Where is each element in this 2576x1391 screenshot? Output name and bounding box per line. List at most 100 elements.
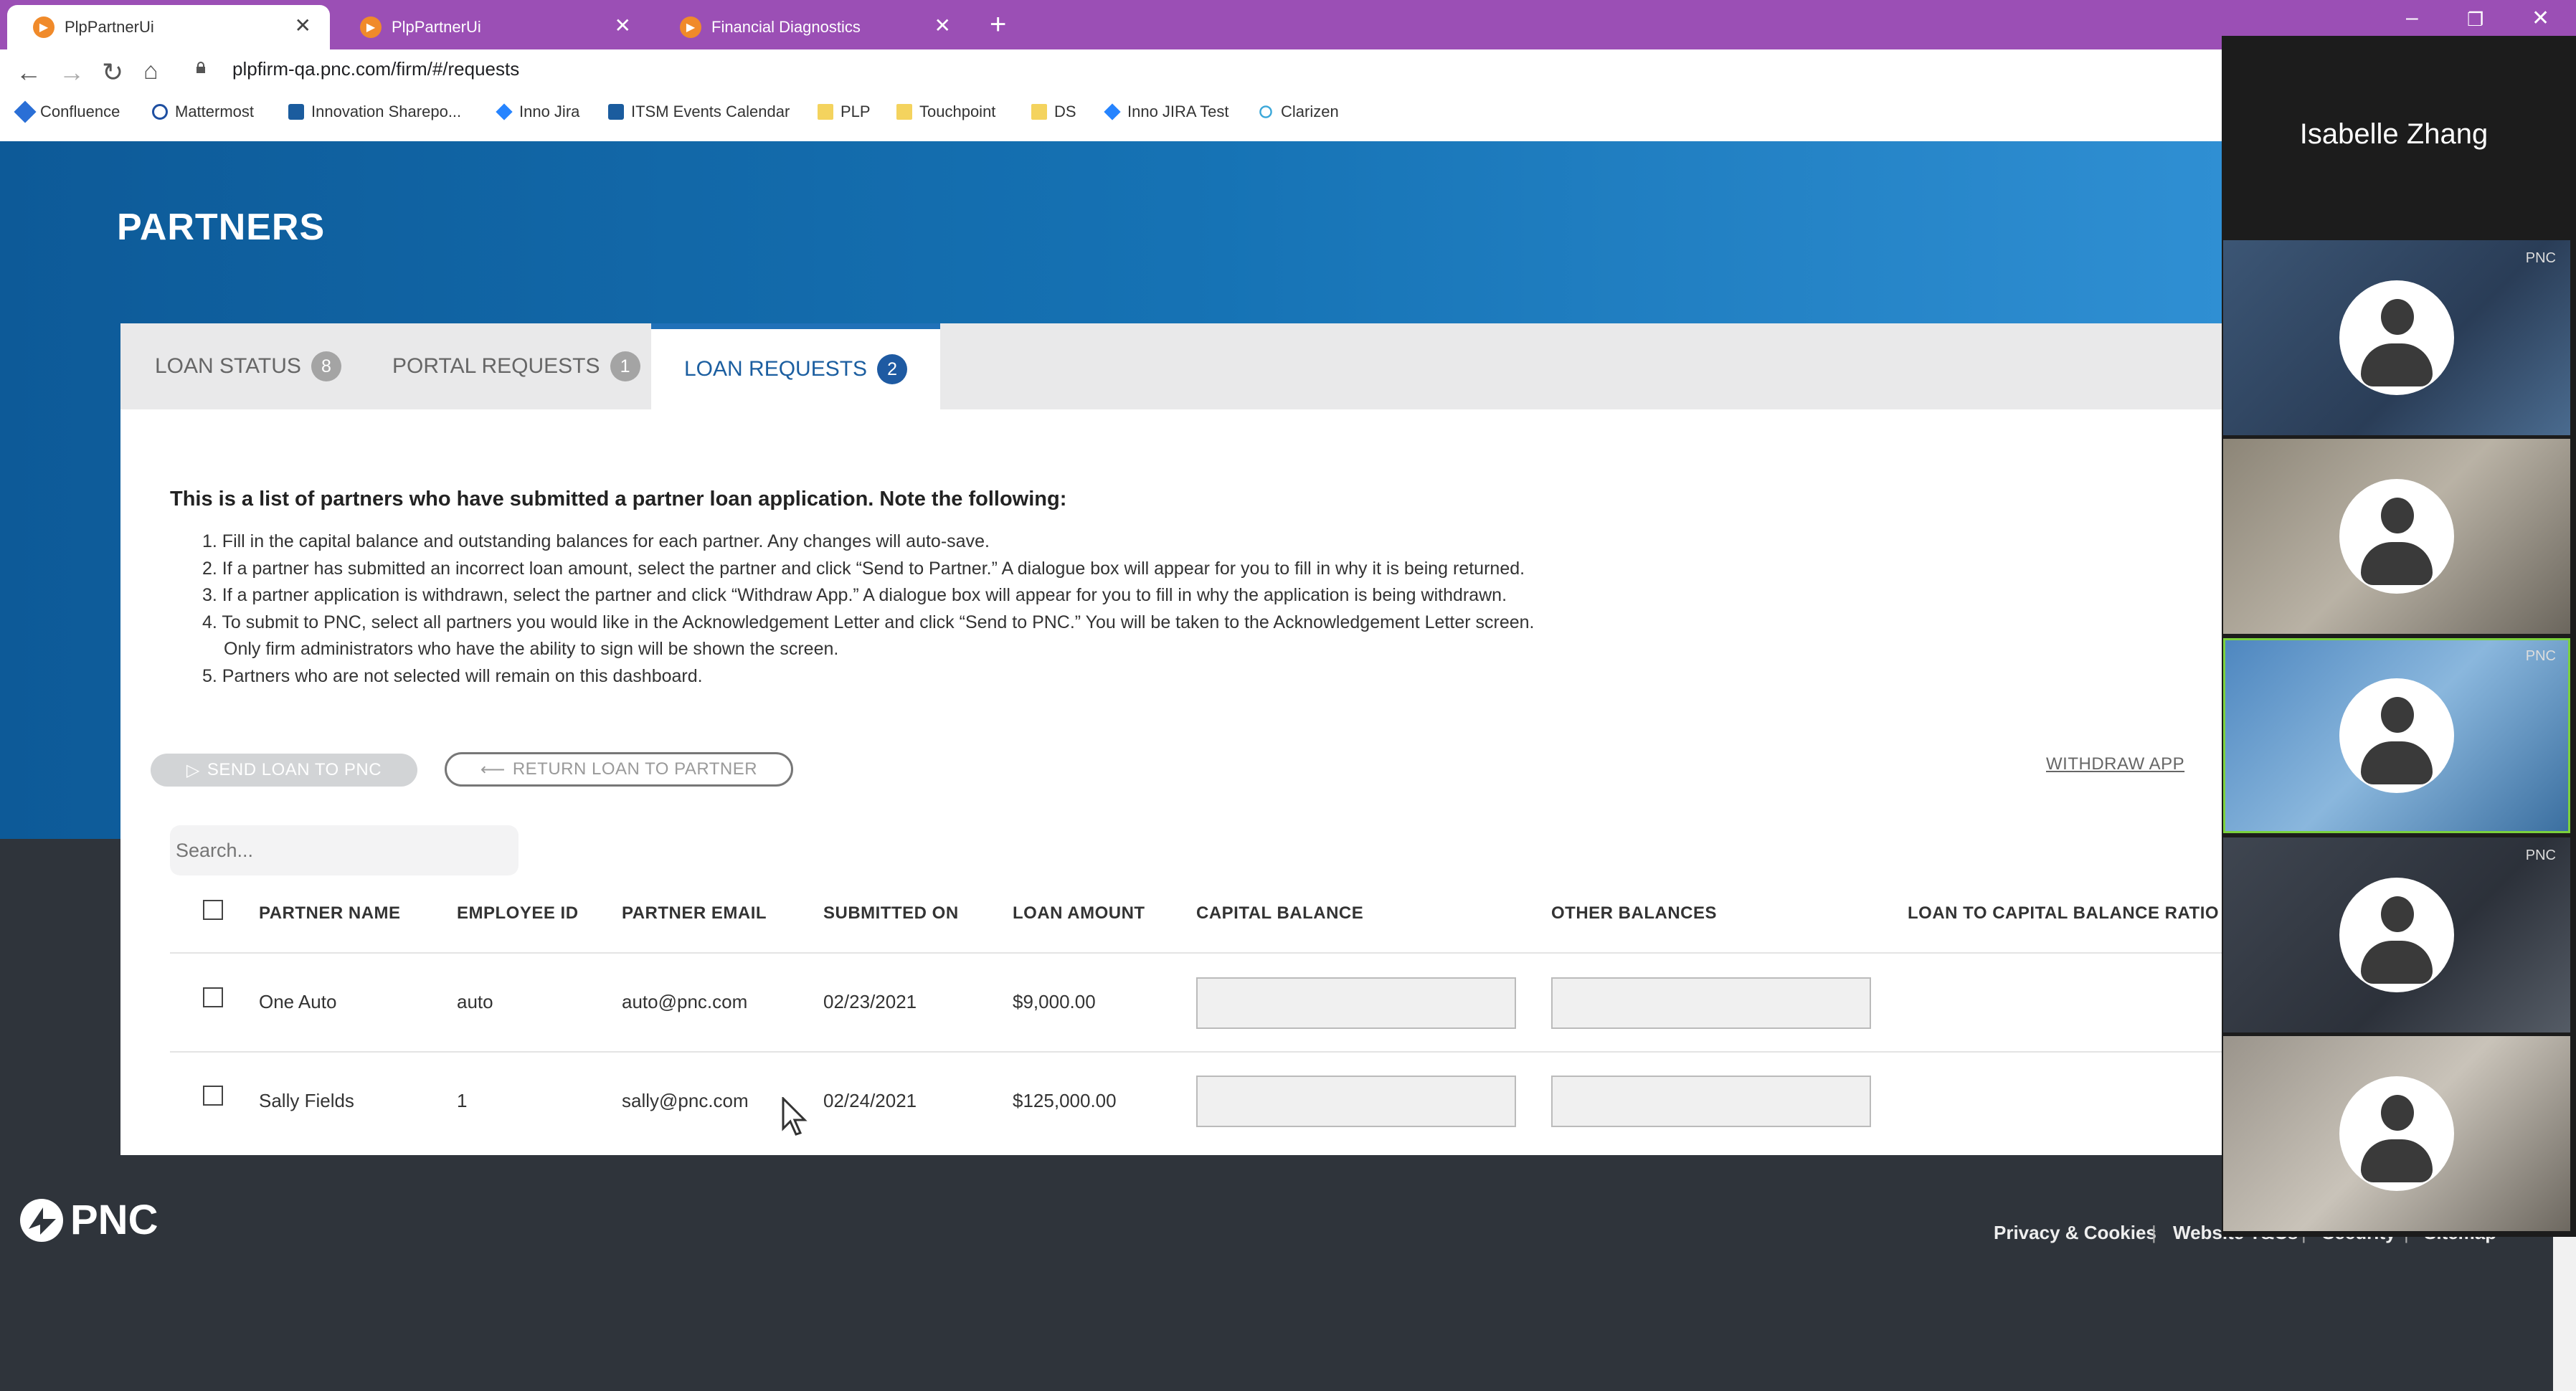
count-badge: 8: [311, 351, 341, 381]
row-divider: [170, 1051, 2223, 1053]
column-header[interactable]: PARTNER EMAIL: [622, 903, 767, 924]
participant-tile-active-speaker[interactable]: PNC: [2223, 638, 2570, 833]
select-all-checkbox[interactable]: [203, 900, 223, 920]
bookmark-clarizen[interactable]: Clarizen: [1258, 103, 1339, 121]
other-balances-input[interactable]: [1551, 977, 1871, 1029]
tab-portal-requests[interactable]: PORTAL REQUESTS 1: [392, 323, 640, 409]
send-loan-to-pnc-button[interactable]: ▷ SEND LOAN TO PNC: [151, 754, 417, 787]
browser-tab[interactable]: ▶ PlpPartnerUi ✕: [334, 5, 650, 49]
page-footer: [0, 1155, 2553, 1391]
browser-tab-title: PlpPartnerUi: [392, 18, 481, 36]
bookmark-innovation-sharepoint[interactable]: Innovation Sharepo...: [288, 103, 461, 121]
close-window-icon[interactable]: ✕: [2532, 6, 2549, 31]
column-header[interactable]: LOAN TO CAPITAL BALANCE RATIO: [1908, 903, 2219, 924]
new-tab-icon[interactable]: +: [990, 10, 1006, 39]
footer-separator: |: [2151, 1222, 2156, 1243]
jira-icon: [1104, 103, 1121, 120]
partner-email: auto@pnc.com: [622, 991, 748, 1012]
participant-tile[interactable]: PNC: [2223, 240, 2570, 435]
tab-loan-requests[interactable]: LOAN REQUESTS 2: [651, 323, 941, 409]
bookmark-itsm-events[interactable]: ITSM Events Calendar: [608, 103, 790, 121]
instruction-item: 5. Partners who are not selected will re…: [202, 666, 703, 686]
mattermost-icon: [152, 104, 168, 120]
folder-icon: [896, 104, 912, 120]
reload-icon[interactable]: ↻: [102, 57, 123, 87]
participant-tile[interactable]: [2223, 439, 2570, 634]
loan-amount: $125,000.00: [1013, 1090, 1117, 1111]
back-icon[interactable]: ←: [16, 57, 42, 87]
column-header[interactable]: CAPITAL BALANCE: [1196, 903, 1363, 924]
loan-amount: $9,000.00: [1013, 991, 1096, 1012]
tile-watermark: PNC: [2525, 250, 2556, 266]
bookmark-inno-jira[interactable]: Inno Jira: [496, 103, 579, 121]
forward-icon[interactable]: →: [59, 57, 85, 87]
sharepoint-icon: [288, 104, 304, 120]
partner-email: sally@pnc.com: [622, 1090, 749, 1111]
column-header[interactable]: OTHER BALANCES: [1551, 903, 1717, 924]
browser-tab-title: Financial Diagnostics: [711, 18, 861, 36]
instruction-item: 1. Fill in the capital balance and outst…: [202, 531, 990, 551]
mouse-cursor-icon: [782, 1097, 808, 1136]
send-icon: ▷: [186, 760, 200, 780]
count-badge: 2: [877, 354, 908, 384]
submitted-on: 02/23/2021: [823, 991, 917, 1012]
participant-tile[interactable]: [2223, 1036, 2570, 1231]
app-favicon-icon: ▶: [360, 16, 382, 38]
row-checkbox[interactable]: [203, 987, 223, 1007]
capital-balance-input[interactable]: [1196, 1076, 1516, 1127]
browser-tab[interactable]: ▶ Financial Diagnostics ✕: [654, 5, 970, 49]
bookmark-ds[interactable]: DS: [1031, 103, 1076, 121]
app-favicon-icon: ▶: [33, 16, 55, 38]
column-header[interactable]: LOAN AMOUNT: [1013, 903, 1145, 924]
home-icon[interactable]: ⌂: [143, 57, 158, 85]
employee-id: auto: [457, 991, 493, 1012]
tile-watermark: PNC: [2525, 648, 2556, 664]
participant-tile[interactable]: PNC: [2223, 837, 2570, 1032]
pnc-logo[interactable]: PNC: [19, 1196, 158, 1244]
close-tab-icon[interactable]: ✕: [615, 16, 631, 36]
avatar-icon: [2339, 1076, 2454, 1191]
partner-name: One Auto: [259, 991, 337, 1012]
search-input[interactable]: [170, 825, 518, 875]
avatar-icon: [2339, 878, 2454, 992]
tile-watermark: PNC: [2525, 848, 2556, 863]
bookmark-plp[interactable]: PLP: [818, 103, 871, 121]
column-header[interactable]: SUBMITTED ON: [823, 903, 959, 924]
avatar-icon: [2339, 280, 2454, 395]
bookmark-touchpoint[interactable]: Touchpoint: [896, 103, 995, 121]
address-bar[interactable]: plpfirm-qa.pnc.com/firm/#/requests: [232, 58, 519, 80]
withdraw-app-link[interactable]: WITHDRAW APP: [2046, 754, 2184, 774]
bookmark-mattermost[interactable]: Mattermost: [152, 103, 254, 121]
close-tab-icon[interactable]: ✕: [295, 16, 311, 36]
footer-link-privacy[interactable]: Privacy & Cookies: [1994, 1222, 2156, 1244]
instruction-item: Only firm administrators who have the ab…: [224, 639, 839, 659]
instruction-item: 2. If a partner has submitted an incorre…: [202, 559, 1525, 579]
column-header[interactable]: PARTNER NAME: [259, 903, 401, 924]
row-divider: [170, 952, 2223, 954]
lock-icon: [196, 62, 205, 73]
instruction-item: 4. To submit to PNC, select all partners…: [202, 612, 1535, 632]
browser-tab-title: PlpPartnerUi: [65, 18, 154, 36]
page-title: PARTNERS: [117, 206, 326, 248]
column-header[interactable]: EMPLOYEE ID: [457, 903, 579, 924]
instruction-item: 3. If a partner application is withdrawn…: [202, 585, 1507, 605]
pnc-logo-icon: [20, 1198, 63, 1242]
folder-icon: [818, 104, 833, 120]
bookmark-inno-jira-test[interactable]: Inno JIRA Test: [1104, 103, 1228, 121]
count-badge: 1: [610, 351, 640, 381]
bookmark-confluence[interactable]: Confluence: [14, 100, 120, 123]
intro-text: This is a list of partners who have subm…: [170, 488, 1067, 511]
content-panel: [120, 409, 2223, 1155]
tab-loan-status[interactable]: LOAN STATUS 8: [155, 323, 341, 409]
return-loan-to-partner-button[interactable]: ⟵ RETURN LOAN TO PARTNER: [445, 752, 793, 787]
close-tab-icon[interactable]: ✕: [934, 16, 951, 36]
restore-icon[interactable]: ❐: [2467, 9, 2483, 31]
submitted-on: 02/24/2021: [823, 1090, 917, 1111]
minimize-icon[interactable]: –: [2406, 6, 2418, 30]
jira-icon: [496, 103, 513, 120]
browser-tab[interactable]: ▶ PlpPartnerUi ✕: [7, 5, 330, 49]
scrollbar[interactable]: [2553, 1237, 2576, 1391]
row-checkbox[interactable]: [203, 1086, 223, 1106]
capital-balance-input[interactable]: [1196, 977, 1516, 1029]
other-balances-input[interactable]: [1551, 1076, 1871, 1127]
